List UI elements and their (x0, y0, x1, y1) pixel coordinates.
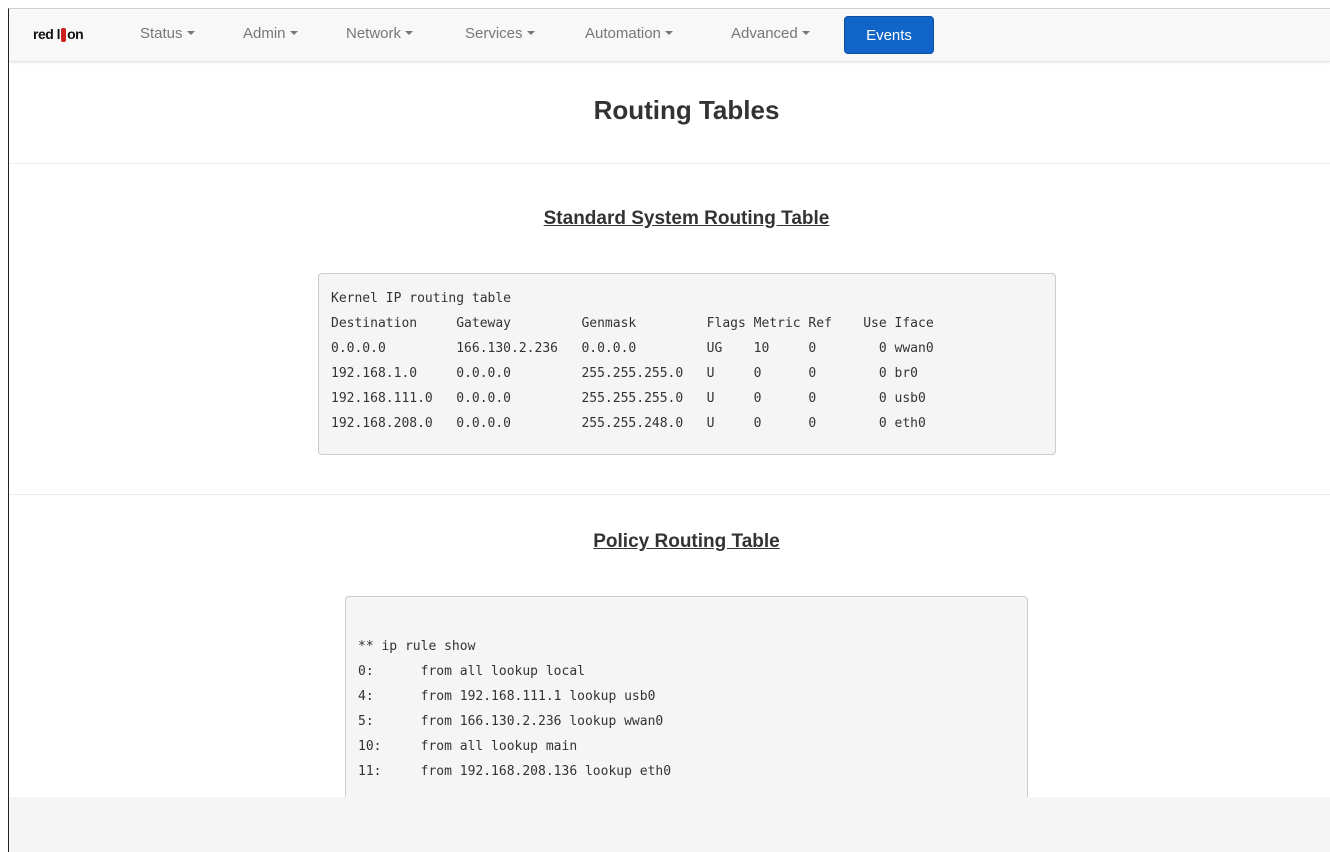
events-button[interactable]: Events (844, 16, 934, 54)
policy-rule-line: 11: from 192.168.208.136 lookup eth0 (358, 764, 672, 779)
nav-services-label: Services (465, 25, 523, 42)
caret-down-icon (405, 31, 414, 35)
routing-table-line: 192.168.111.0 0.0.0.0 255.255.255.0 U 0 … (331, 391, 926, 406)
section-divider (9, 163, 1330, 164)
nav-admin-label: Admin (243, 25, 286, 42)
nav-status-menu[interactable]: Status (140, 25, 195, 42)
nav-advanced-label: Advanced (731, 25, 798, 42)
policy-rule-line: 5: from 166.130.2.236 lookup wwan0 (358, 714, 664, 729)
caret-down-icon (664, 31, 673, 35)
caret-down-icon (289, 31, 298, 35)
caret-down-icon (801, 31, 810, 35)
redlion-logo[interactable]: red l on (33, 26, 84, 42)
footer-bar (9, 797, 1330, 852)
routing-table-line: 192.168.208.0 0.0.0.0 255.255.248.0 U 0 … (331, 416, 926, 431)
page-title: Routing Tables (593, 95, 780, 125)
top-navbar: red l on Status Admin Network Services Au… (9, 9, 1330, 62)
nav-status-label: Status (140, 25, 183, 42)
standard-routing-table-output: Kernel IP routing table Destination Gatew… (318, 273, 1056, 455)
caret-down-icon (526, 31, 535, 35)
nav-network-menu[interactable]: Network (346, 25, 414, 42)
policy-rule-line (358, 609, 1015, 634)
standard-routing-table-title: Standard System Routing Table (543, 208, 830, 229)
policy-rule-line: ** ip rule show (358, 639, 476, 654)
nav-network-label: Network (346, 25, 402, 42)
policy-routing-table-output: ** ip rule show 0: from all lookup local 4… (345, 596, 1028, 826)
policy-rule-line: 4: from 192.168.111.1 lookup usb0 (358, 689, 656, 704)
browser-viewport: red l on Status Admin Network Services Au… (8, 8, 1330, 852)
caret-down-icon (186, 31, 195, 35)
routing-table-line: 192.168.1.0 0.0.0.0 255.255.255.0 U 0 0 … (331, 366, 918, 381)
routing-table-line: Kernel IP routing table (331, 291, 512, 306)
lion-mark-icon (61, 28, 67, 42)
routing-table-line: Destination Gateway Genmask Flags Metric… (331, 316, 934, 331)
routing-table-line: 0.0.0.0 166.130.2.236 0.0.0.0 UG 10 0 0 … (331, 341, 934, 356)
policy-rule-line: 10: from all lookup main (358, 739, 578, 754)
nav-automation-label: Automation (585, 25, 661, 42)
policy-rule-line: 0: from all lookup local (358, 664, 585, 679)
nav-services-menu[interactable]: Services (465, 25, 535, 42)
policy-routing-table-title: Policy Routing Table (593, 531, 780, 552)
nav-admin-menu[interactable]: Admin (243, 25, 298, 42)
nav-automation-menu[interactable]: Automation (585, 25, 673, 42)
section-divider (9, 494, 1330, 495)
nav-advanced-menu[interactable]: Advanced (731, 25, 810, 42)
